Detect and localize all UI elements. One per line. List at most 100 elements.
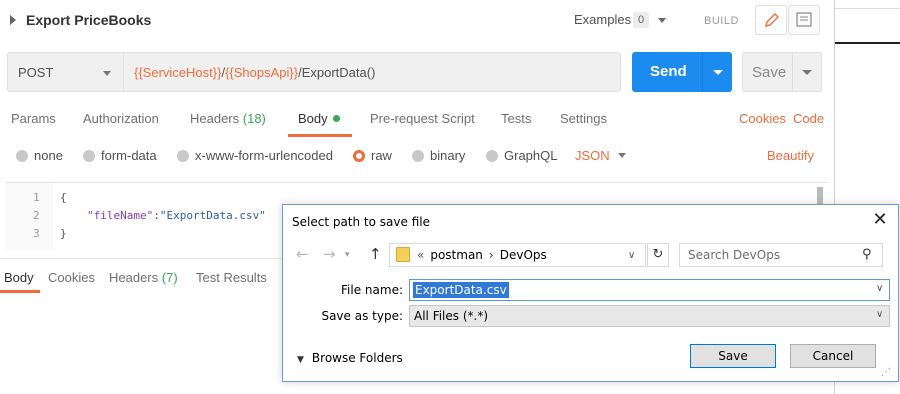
chevron-down-icon[interactable]: [618, 153, 626, 158]
file-name-label: File name:: [341, 283, 403, 297]
search-placeholder: Search DevOps: [688, 248, 781, 262]
search-input[interactable]: Search DevOps ⚲: [679, 243, 883, 267]
up-arrow-icon[interactable]: ↑: [369, 245, 382, 263]
radio-label: binary: [430, 148, 466, 163]
radio-circle-icon: [412, 150, 424, 162]
radio-none[interactable]: none: [16, 148, 63, 164]
save-options-chevron-icon[interactable]: [802, 70, 812, 75]
tab-settings[interactable]: Settings: [560, 111, 607, 126]
dialog-save-button[interactable]: Save: [690, 344, 776, 368]
save-button[interactable]: Save: [742, 52, 822, 92]
code-link[interactable]: Code: [793, 111, 824, 126]
radio-label: x-www-form-urlencoded: [195, 148, 333, 163]
url-input[interactable]: {{ServiceHost}}/{{ShopsApi}}/ExportData(…: [123, 52, 621, 92]
radio-circle-icon: [83, 150, 95, 162]
collapse-caret-icon[interactable]: [10, 15, 16, 25]
examples-count-badge: 0: [633, 12, 649, 28]
file-name-value: ExportData.csv: [413, 282, 509, 298]
tab-headers-count: (18): [242, 111, 266, 126]
panel-divider: [835, 42, 900, 44]
save-as-type-value: All Files (*.*): [414, 309, 489, 323]
dialog-title: Select path to save file: [292, 215, 430, 229]
refresh-icon[interactable]: ↻: [647, 243, 669, 267]
tab-pre-request-script[interactable]: Pre-request Script: [370, 111, 475, 126]
chevron-down-icon[interactable]: ∨: [628, 250, 635, 261]
active-tab-indicator: [0, 290, 40, 293]
body-indicator-dot-icon: [332, 115, 340, 122]
radio-circle-icon: [177, 150, 189, 162]
tab-authorization[interactable]: Authorization: [83, 111, 159, 126]
search-icon: ⚲: [862, 247, 872, 262]
tab-tests[interactable]: Tests: [501, 111, 531, 126]
recent-locations-chevron-icon[interactable]: ▾: [345, 250, 350, 260]
browse-folders-toggle[interactable]: ▼ Browse Folders: [297, 351, 403, 365]
radio-urlencoded[interactable]: x-www-form-urlencoded: [177, 148, 333, 164]
radio-label: none: [34, 148, 63, 163]
chevron-down-icon: [103, 71, 111, 76]
radio-raw[interactable]: raw: [353, 148, 392, 164]
json-colon: :: [153, 209, 160, 222]
breadcrumb-overflow[interactable]: «: [417, 248, 424, 262]
line-number: 2: [33, 209, 40, 222]
file-name-field[interactable]: ExportData.csv ∨: [409, 279, 890, 301]
send-divider: [702, 52, 703, 92]
url-variable: {{ServiceHost}}: [134, 65, 222, 80]
url-variable: {{ShopsApi}}: [225, 65, 299, 80]
send-button[interactable]: Send: [632, 52, 732, 92]
radio-selected-icon: [353, 150, 365, 162]
resize-grip-icon[interactable]: ⋰: [881, 367, 891, 378]
cookies-link[interactable]: Cookies: [739, 111, 786, 126]
breadcrumb-item[interactable]: postman: [430, 248, 483, 262]
method-select[interactable]: POST: [7, 52, 123, 92]
url-segment: /ExportData(): [298, 65, 376, 80]
radio-form-data[interactable]: form-data: [83, 148, 157, 164]
tab-headers-label: Headers: [190, 111, 240, 126]
build-mode-label[interactable]: BUILD: [704, 15, 739, 27]
code-line: }: [60, 227, 67, 240]
close-icon[interactable]: ✕: [869, 209, 891, 231]
response-headers-count: (7): [161, 270, 178, 285]
response-tab-cookies[interactable]: Cookies: [48, 270, 95, 285]
line-gutter: [5, 183, 53, 249]
response-tab-body[interactable]: Body: [4, 270, 34, 285]
chevron-right-icon[interactable]: ›: [489, 248, 494, 262]
save-file-dialog: Select path to save file ✕ ← → ▾ ↑ « post…: [282, 204, 899, 382]
save-as-type-label: Save as type:: [321, 309, 403, 323]
radio-label: form-data: [101, 148, 157, 163]
breadcrumb-item[interactable]: DevOps: [500, 248, 547, 262]
json-key: "fileName": [87, 209, 154, 222]
request-title[interactable]: Export PriceBooks: [26, 12, 151, 28]
panel-divider: [835, 8, 900, 9]
edit-button[interactable]: [755, 5, 787, 35]
radio-graphql[interactable]: GraphQL: [486, 148, 557, 164]
pencil-icon: [765, 13, 779, 27]
radio-binary[interactable]: binary: [412, 148, 465, 164]
tab-headers[interactable]: Headers (18): [190, 111, 266, 126]
code-line: "fileName":"ExportData.csv": [87, 209, 266, 222]
tab-body[interactable]: Body: [298, 111, 340, 126]
response-tab-headers[interactable]: Headers (7): [109, 270, 178, 285]
forward-arrow-icon[interactable]: →: [323, 245, 336, 263]
json-value: "ExportData.csv": [159, 209, 266, 222]
browse-folders-label: Browse Folders: [311, 351, 403, 365]
chevron-down-icon[interactable]: ∨: [876, 283, 883, 294]
line-number: 1: [33, 191, 40, 204]
examples-label[interactable]: Examples: [574, 12, 631, 27]
documentation-button[interactable]: [788, 5, 820, 35]
address-bar[interactable]: « postman › DevOps ∨: [389, 243, 646, 267]
response-tab-test-results[interactable]: Test Results: [196, 270, 267, 285]
dialog-cancel-button[interactable]: Cancel: [790, 344, 876, 368]
radio-circle-icon: [16, 150, 28, 162]
format-select[interactable]: JSON: [575, 148, 610, 163]
save-as-type-select[interactable]: All Files (*.*) ∨: [409, 305, 890, 327]
method-value: POST: [18, 65, 54, 80]
radio-circle-icon: [486, 150, 498, 162]
url-text: {{ServiceHost}}/{{ShopsApi}}/ExportData(…: [134, 65, 375, 80]
save-label: Save: [752, 64, 787, 81]
send-label: Send: [650, 63, 687, 80]
send-options-chevron-icon[interactable]: [713, 70, 723, 75]
tab-params[interactable]: Params: [11, 111, 56, 126]
examples-dropdown-icon[interactable]: [658, 18, 666, 23]
back-arrow-icon[interactable]: ←: [296, 245, 309, 263]
beautify-link[interactable]: Beautify: [767, 148, 814, 163]
